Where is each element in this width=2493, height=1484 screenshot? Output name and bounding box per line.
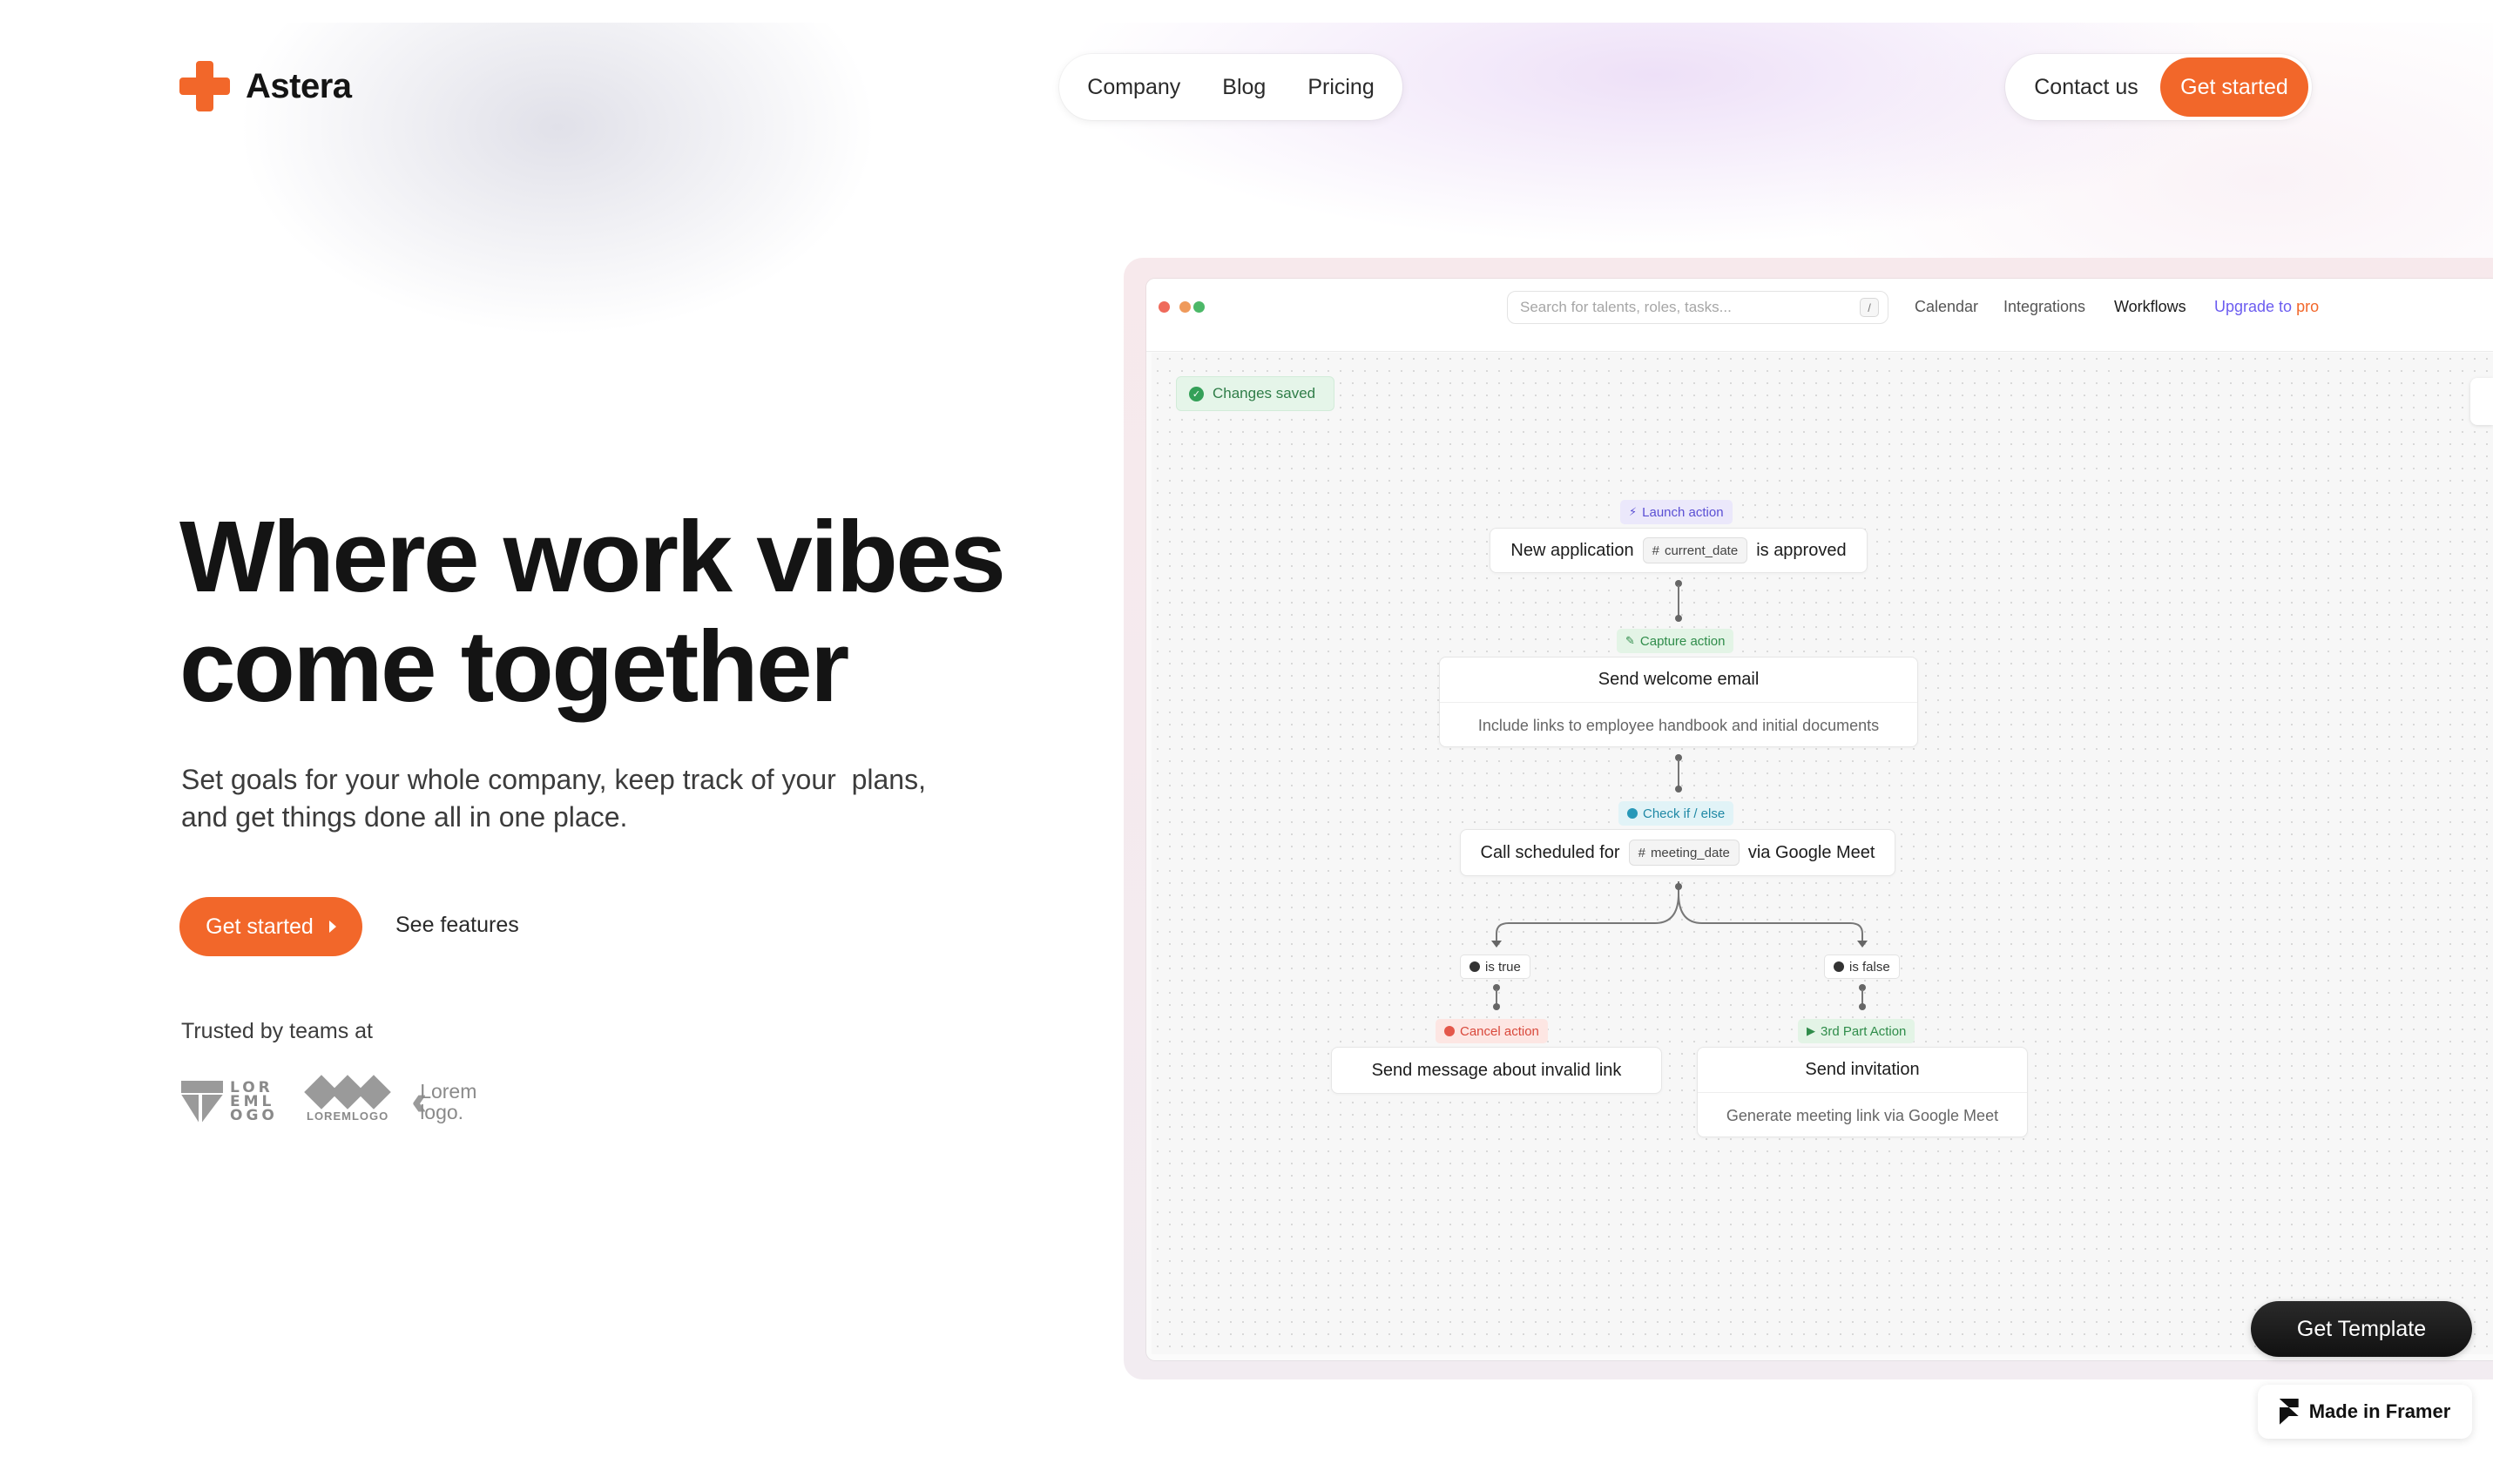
astera-logo-icon — [179, 61, 230, 111]
see-features-link[interactable]: See features — [395, 913, 519, 938]
variable-chip-current-date: # current_date — [1642, 537, 1748, 563]
trusted-label: Trusted by teams at — [181, 1019, 373, 1043]
play-icon: ▶ — [1807, 1024, 1815, 1037]
variable-name: meeting_date — [1650, 845, 1730, 860]
app-nav-integrations[interactable]: Integrations — [2003, 298, 2085, 316]
caret-right-icon — [328, 921, 336, 933]
capture-action-tag: ✎ Capture action — [1617, 629, 1734, 653]
branch-connector — [1491, 881, 1868, 948]
client-logos: LOR EML OGO LOREMLOGO ‹‹ Lorem logo. — [181, 1075, 490, 1124]
hero-subtitle: Set goals for your whole company, keep t… — [181, 761, 991, 836]
framer-icon — [2279, 1399, 2299, 1425]
lightning-icon: ⚡ — [1629, 505, 1638, 518]
third-party-action-label: 3rd Part Action — [1821, 1023, 1907, 1039]
client-logo-1-icon — [181, 1080, 223, 1123]
client-logo-3-icon: ‹‹ — [411, 1077, 427, 1124]
is-true-tag: is true — [1460, 954, 1530, 979]
brand-name: Astera — [246, 66, 352, 105]
capture-icon: ✎ — [1625, 634, 1635, 647]
cancel-action-label: Cancel action — [1460, 1023, 1539, 1039]
search-shortcut-key: / — [1860, 298, 1879, 317]
hero-title: Where work vibes come together — [179, 502, 1051, 721]
window-close-dot[interactable] — [1159, 301, 1170, 313]
window-minimize-dot[interactable] — [1179, 301, 1191, 313]
upgrade-prefix: Upgrade to — [2214, 298, 2293, 315]
client-logo-2: LOREMLOGO — [304, 1075, 391, 1123]
changes-saved-label: Changes saved — [1213, 385, 1316, 401]
client-logo-2-text: LOREMLOGO — [307, 1110, 389, 1123]
check-node[interactable]: Call scheduled for # meeting_date via Goo… — [1460, 829, 1895, 876]
is-true-label: is true — [1485, 959, 1521, 975]
third-party-node[interactable]: Send invitation Generate meeting link vi… — [1697, 1047, 2028, 1137]
connector-dot — [1493, 1003, 1500, 1010]
header-get-started-button[interactable]: Get started — [2160, 57, 2308, 117]
variable-name: current_date — [1664, 543, 1739, 558]
changes-saved-badge: ✓ Changes saved — [1176, 376, 1334, 411]
contact-us-button[interactable]: Contact us — [2014, 61, 2159, 113]
app-search-input[interactable]: Search for talents, roles, tasks... / — [1507, 291, 1888, 324]
client-logo-1: LOR EML OGO — [181, 1078, 284, 1124]
third-party-node-title: Send invitation — [1698, 1048, 2027, 1093]
made-in-framer-label: Made in Framer — [2308, 1400, 2451, 1422]
launch-node-text-before: New application — [1510, 540, 1634, 560]
is-false-label: is false — [1849, 959, 1890, 975]
cancel-icon — [1444, 1026, 1455, 1036]
nav-link-pricing[interactable]: Pricing — [1307, 75, 1374, 100]
capture-node-description: Include links to employee handbook and i… — [1477, 716, 1880, 734]
launch-node-text-after: is approved — [1756, 540, 1847, 560]
launch-action-label: Launch action — [1642, 504, 1724, 520]
header-cta-group: Contact us Get started — [2005, 54, 2312, 120]
app-nav-calendar[interactable]: Calendar — [1915, 298, 1978, 316]
get-template-button[interactable]: Get Template — [2251, 1301, 2472, 1357]
made-in-framer-badge[interactable]: Made in Framer — [2258, 1385, 2472, 1439]
client-logo-3: ‹‹ Lorem logo. — [411, 1077, 490, 1124]
variable-chip-meeting-date: # meeting_date — [1628, 840, 1740, 866]
window-maximize-dot[interactable] — [1193, 301, 1205, 313]
connector-dot — [1675, 786, 1682, 793]
check-node-text-after: via Google Meet — [1747, 842, 1875, 862]
main-nav: Company Blog Pricing — [1059, 54, 1402, 120]
client-logo-3-text: Lorem logo. — [420, 1079, 477, 1123]
hero-get-started-label: Get started — [206, 914, 314, 939]
launch-node[interactable]: New application # current_date is approve… — [1490, 528, 1868, 573]
cancel-node-title: Send message about invalid link — [1371, 1060, 1622, 1080]
launch-action-tag: ⚡ Launch action — [1620, 500, 1733, 524]
top-strip — [0, 0, 2493, 23]
info-icon — [1469, 961, 1480, 972]
nav-link-blog[interactable]: Blog — [1222, 75, 1266, 100]
client-logo-1-text: LOR EML OGO — [230, 1078, 278, 1124]
check-node-text-before: Call scheduled for — [1480, 842, 1620, 862]
nav-link-company[interactable]: Company — [1087, 75, 1180, 100]
capture-action-label: Capture action — [1639, 633, 1726, 649]
hero-title-line-2: come together — [179, 610, 849, 723]
connector-dot — [1675, 615, 1682, 622]
hash-icon: # — [1638, 845, 1645, 860]
side-panel-toggle[interactable] — [2470, 378, 2493, 425]
hero-subtitle-line-2: and get things done all in one place. — [181, 801, 628, 833]
app-search-placeholder: Search for talents, roles, tasks... — [1520, 299, 1732, 315]
brand-logo[interactable]: Astera — [179, 61, 352, 111]
upgrade-pro: pro — [2296, 298, 2320, 315]
hash-icon: # — [1652, 543, 1659, 558]
client-logo-2-icon — [304, 1075, 391, 1110]
check-circle-icon — [1627, 808, 1638, 819]
hero-title-line-1: Where work vibes — [179, 500, 1006, 613]
third-party-action-tag: ▶ 3rd Part Action — [1798, 1019, 1915, 1043]
third-party-node-description: Generate meeting link via Google Meet — [1726, 1106, 1999, 1124]
check-if-else-tag: Check if / else — [1618, 801, 1734, 826]
capture-node[interactable]: Send welcome email Include links to empl… — [1439, 657, 1918, 747]
check-if-else-label: Check if / else — [1643, 806, 1726, 821]
info-icon — [1834, 961, 1844, 972]
cancel-node[interactable]: Send message about invalid link — [1331, 1047, 1662, 1094]
cancel-action-tag: Cancel action — [1436, 1019, 1548, 1043]
is-false-tag: is false — [1824, 954, 1900, 979]
upgrade-link[interactable]: Upgrade to pro — [2214, 298, 2319, 316]
app-nav-workflows[interactable]: Workflows — [2114, 298, 2186, 316]
hero-subtitle-line-1: Set goals for your whole company, keep t… — [181, 764, 926, 795]
hero-get-started-button[interactable]: Get started — [179, 897, 362, 956]
capture-node-title: Send welcome email — [1440, 658, 1917, 703]
connector-dot — [1859, 1003, 1866, 1010]
check-circle-icon: ✓ — [1189, 386, 1204, 401]
